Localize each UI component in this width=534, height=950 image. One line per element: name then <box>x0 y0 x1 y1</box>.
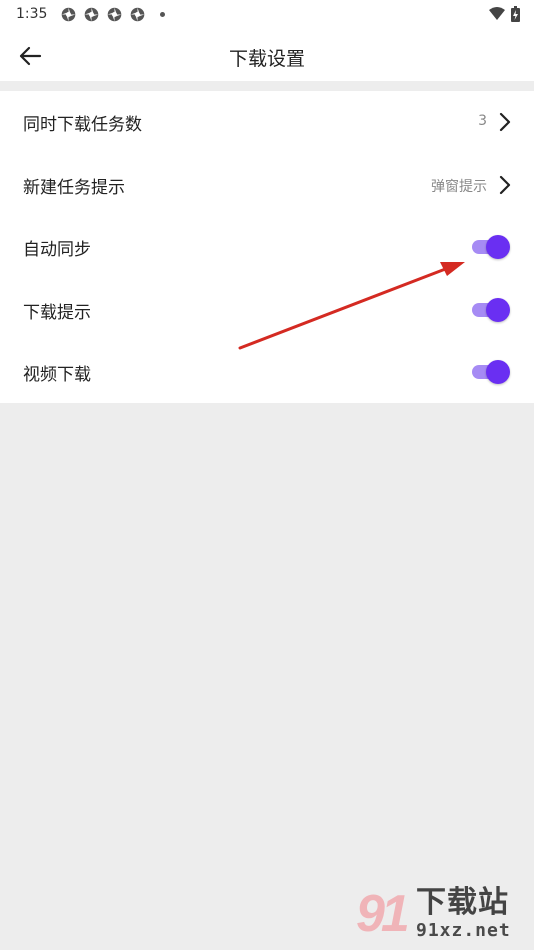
chevron-right-icon <box>499 112 511 132</box>
battery-charging-icon <box>511 6 520 22</box>
new-task-prompt-row[interactable]: 新建任务提示 弹窗提示 <box>0 154 534 216</box>
watermark-url: 91xz.net <box>416 920 511 941</box>
concurrent-downloads-row[interactable]: 同时下载任务数 3 <box>0 91 534 153</box>
status-bar: 1:35 <box>0 0 534 30</box>
video-download-label: 视频下载 <box>23 365 91 385</box>
concurrent-downloads-label: 同时下载任务数 <box>23 115 142 135</box>
auto-sync-toggle[interactable] <box>470 235 510 259</box>
app-notification-icon <box>107 7 122 22</box>
settings-list: 同时下载任务数 3 新建任务提示 弹窗提示 自动同步 下载提示 视频下载 <box>0 91 534 403</box>
new-task-prompt-value: 弹窗提示 <box>431 179 487 195</box>
app-header: 下载设置 <box>0 30 534 81</box>
toggle-thumb <box>486 360 510 384</box>
download-prompt-label: 下载提示 <box>23 303 91 323</box>
status-time: 1:35 <box>16 6 48 22</box>
watermark-91: 91 <box>356 885 410 943</box>
system-icons <box>489 6 520 22</box>
more-notifications-dot <box>160 12 165 17</box>
auto-sync-row: 自动同步 <box>0 216 534 278</box>
chevron-right-icon <box>499 175 511 195</box>
toggle-thumb <box>486 298 510 322</box>
toggle-thumb <box>486 235 510 259</box>
page-title: 下载设置 <box>228 48 305 70</box>
app-notification-icon <box>130 7 145 22</box>
video-download-row: 视频下载 <box>0 341 534 403</box>
video-download-toggle[interactable] <box>470 360 510 384</box>
download-prompt-toggle[interactable] <box>470 298 510 322</box>
new-task-prompt-label: 新建任务提示 <box>23 178 125 198</box>
auto-sync-label: 自动同步 <box>23 240 91 260</box>
app-notification-icon <box>61 7 76 22</box>
wifi-icon <box>489 7 505 20</box>
concurrent-downloads-value: 3 <box>478 113 487 129</box>
watermark-title: 下载站 <box>416 885 509 920</box>
notification-icons <box>60 6 165 23</box>
watermark-logo: 91 下载站 91xz.net <box>356 886 528 946</box>
app-notification-icon <box>84 7 99 22</box>
download-prompt-row: 下载提示 <box>0 279 534 341</box>
